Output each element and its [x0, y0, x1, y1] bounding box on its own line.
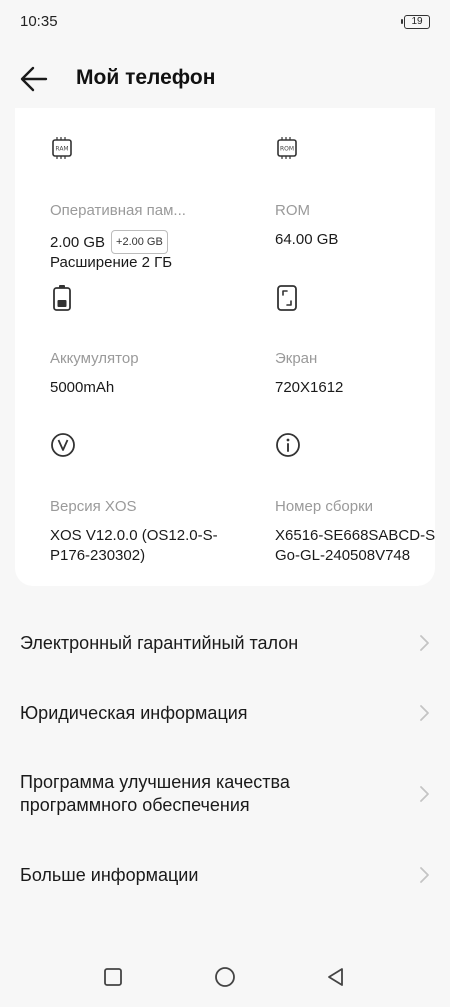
circle-icon: [215, 967, 235, 987]
spec-xos-version: Версия XOS XOS V12.0.0 (OS12.0-S-P176-23…: [50, 432, 240, 564]
xos-version-icon: [51, 433, 75, 457]
xos-version-label: Версия XOS: [50, 498, 137, 515]
square-icon: [104, 968, 122, 986]
chevron-right-icon: [420, 786, 429, 802]
rom-chip-icon: ROM: [277, 137, 297, 159]
screen-value: 720X1612: [275, 379, 344, 396]
chevron-right-icon: [420, 705, 429, 721]
build-number-label: Номер сборки: [275, 498, 374, 515]
warranty-label: Электронный гарантийный талон: [20, 633, 299, 653]
spec-screen: Экран 720X1612: [275, 284, 450, 404]
navigation-bar: [0, 955, 450, 999]
status-bar: 10:35 19: [0, 0, 450, 44]
legal-label: Юридическая информация: [20, 703, 248, 723]
ram-value: 2.00 GB +2.00 GB: [50, 230, 235, 254]
rom-value: 64.00 GB: [275, 231, 339, 248]
ram-extension-text: Расширение 2 ГБ: [50, 254, 173, 271]
info-icon: [276, 433, 300, 457]
list-item-legal[interactable]: Юридическая информация: [0, 690, 450, 736]
chevron-right-icon: [420, 635, 429, 651]
page-title: Мой телефон: [76, 66, 216, 89]
ram-label: Оперативная пам...: [50, 202, 186, 219]
svg-text:RAM: RAM: [55, 146, 68, 153]
list-item-improvement-program[interactable]: Программа улучшения качества программног…: [0, 762, 450, 826]
rom-label: ROM: [275, 202, 310, 219]
spec-ram: RAM Оперативная пам... 2.00 GB +2.00 GB Р…: [50, 136, 240, 286]
build-number-value: X6516-SE668SABCD-SGo-GL-240508V748: [275, 527, 436, 564]
screen-icon: [277, 285, 297, 311]
back-nav-button[interactable]: [323, 965, 349, 989]
battery-value: 5000mAh: [50, 379, 115, 396]
battery-label: Аккумулятор: [50, 350, 139, 367]
ram-value-text: 2.00 GB: [50, 234, 106, 251]
home-button[interactable]: [212, 965, 238, 989]
specs-card: RAM Оперативная пам... 2.00 GB +2.00 GB Р…: [15, 108, 435, 586]
more-info-label: Больше информации: [20, 865, 199, 885]
svg-text:ROM: ROM: [280, 146, 294, 153]
screen-label: Экран: [275, 350, 318, 367]
triangle-back-icon: [328, 968, 343, 986]
chevron-right-icon: [420, 867, 429, 883]
ram-extension-badge: +2.00 GB: [111, 230, 168, 254]
ram-chip-icon: RAM: [52, 137, 72, 159]
status-time: 10:35: [20, 13, 58, 30]
spec-battery: Аккумулятор 5000mAh: [50, 284, 240, 404]
back-button[interactable]: [18, 64, 50, 94]
list-item-more-info[interactable]: Больше информации: [0, 852, 450, 898]
arrow-left-icon: [20, 66, 48, 92]
header: Мой телефон: [0, 56, 450, 102]
spec-rom: ROM ROM 64.00 GB: [275, 136, 450, 286]
recent-apps-button[interactable]: [100, 965, 126, 989]
battery-icon: [53, 285, 71, 311]
list-item-warranty[interactable]: Электронный гарантийный талон: [0, 620, 450, 666]
improvement-program-label: Программа улучшения качества программног…: [20, 772, 290, 815]
battery-indicator: 19: [401, 15, 430, 29]
spec-build-number: Номер сборки X6516-SE668SABCD-SGo-GL-240…: [275, 432, 450, 572]
xos-version-value: XOS V12.0.0 (OS12.0-S-P176-230302): [50, 527, 218, 564]
